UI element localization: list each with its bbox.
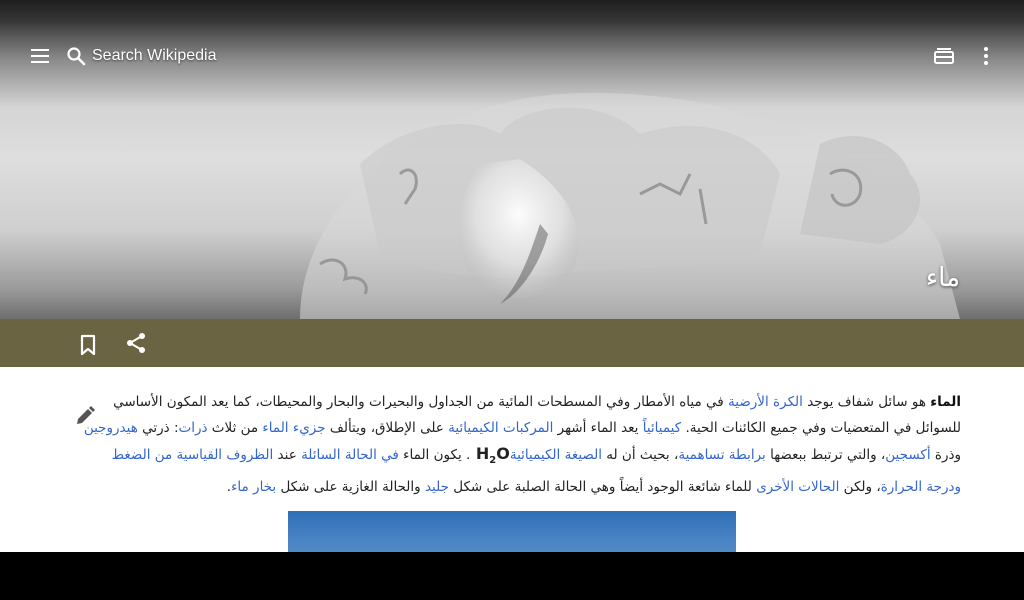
share-icon [127, 333, 145, 353]
overflow-menu-button[interactable] [970, 40, 1002, 72]
lead-paragraph: الماء هو سائل شفاف يوجد الكرة الأرضية في… [76, 389, 961, 500]
article-action-bar [0, 319, 1024, 367]
bookmark-icon [80, 334, 96, 356]
bookmark-button[interactable] [74, 331, 102, 359]
link-liquid-state[interactable]: في الحالة السائلة [301, 447, 399, 463]
link-chemical-compounds[interactable]: المركبات الكيميائية [448, 420, 553, 436]
text-run: على الإطلاق، ويتألف [325, 420, 449, 436]
text-run: : ذرتي [137, 420, 179, 436]
article-content: الماء هو سائل شفاف يوجد الكرة الأرضية في… [0, 367, 1024, 552]
text-run: ، ولكن [839, 479, 881, 496]
link-water-molecule[interactable]: جزيء الماء [262, 420, 325, 436]
link-chemically[interactable]: كيميائياً [643, 420, 681, 436]
vertical-dots-icon [984, 47, 988, 65]
text-run: وذرة [930, 447, 961, 463]
link-oxygen[interactable]: أكسجين [885, 447, 930, 463]
text-run: . يكون الماء [398, 447, 471, 463]
link-chemical-formula[interactable]: الصيغة الكيميائية [510, 447, 602, 463]
text-run: يعد الماء أشهر [553, 420, 643, 436]
search-bar[interactable]: Search Wikipedia [64, 40, 217, 72]
search-placeholder[interactable]: Search Wikipedia [92, 47, 217, 65]
link-atoms[interactable]: ذرات [179, 420, 208, 436]
menu-button[interactable] [24, 40, 56, 72]
text-run: عند [273, 447, 302, 463]
text-run: للماء شائعة الوجود أيضاً وهي الحالة الصل… [448, 479, 757, 496]
search-icon [64, 44, 88, 68]
tabs-button[interactable] [928, 40, 960, 72]
formula-h: H [470, 444, 490, 463]
share-button[interactable] [122, 329, 150, 357]
text-run: هو سائل شفاف يوجد [802, 394, 931, 410]
article-title: ماء [925, 263, 960, 293]
status-bar [0, 0, 1024, 24]
link-other-states[interactable]: الحالات الأخرى [756, 479, 839, 495]
chemical-formula: H2O [470, 444, 510, 466]
link-ice[interactable]: جليد [425, 479, 449, 495]
text-run: ، والتي ترتبط ببعضها [765, 447, 886, 463]
text-run: ، بحيث أن له [601, 447, 679, 463]
article-lead-image[interactable] [288, 511, 736, 552]
link-covalent-bond[interactable]: برابطة تساهمية [678, 447, 765, 463]
link-water-vapor[interactable]: بخار ماء [231, 479, 276, 495]
formula-o: O [496, 444, 510, 463]
system-navigation-bar [0, 552, 1024, 600]
bold-term: الماء [930, 394, 961, 410]
link-hydrogen[interactable]: هيدروجين [84, 420, 138, 436]
text-run: والحالة الغازية على شكل [276, 479, 425, 496]
link-earth[interactable]: الكرة الأرضية [728, 394, 803, 410]
hamburger-menu-icon [31, 49, 49, 63]
tabs-icon [934, 48, 954, 64]
text-run: من ثلاث [207, 420, 263, 436]
wikipedia-app-screen: ماء Search Wikipedia الماء هو سائل شفاف … [0, 0, 1024, 600]
